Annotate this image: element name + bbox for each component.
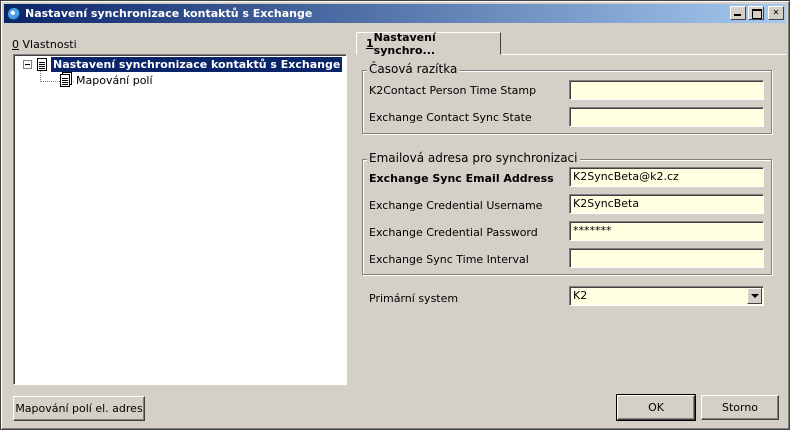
ok-button[interactable]: OK bbox=[616, 394, 696, 421]
credential-username-label: Exchange Credential Username bbox=[369, 199, 543, 212]
title-bar[interactable]: Nastavení synchronizace kontaktů s Excha… bbox=[4, 4, 786, 23]
timestamps-group-title: Časová razítka bbox=[367, 62, 460, 76]
k2contact-timestamp-label: K2Contact Person Time Stamp bbox=[369, 84, 537, 97]
exchange-sync-state-label: Exchange Contact Sync State bbox=[369, 111, 532, 124]
sync-email-field[interactable]: K2SyncBeta@k2.cz bbox=[569, 167, 764, 187]
primary-system-label: Primární system bbox=[369, 292, 459, 305]
tree-item-label: Mapování polí bbox=[76, 73, 153, 87]
document-icon bbox=[37, 57, 47, 71]
dialog-window: Nastavení synchronizace kontaktů s Excha… bbox=[0, 0, 790, 430]
tab-sync-settings[interactable]: 1 Nastavení synchro... bbox=[356, 30, 501, 57]
app-icon bbox=[7, 6, 21, 21]
properties-label-text: Vlastnosti bbox=[19, 38, 77, 51]
documents-icon bbox=[60, 73, 70, 87]
tab-label: Nastavení synchro... bbox=[373, 30, 436, 57]
chevron-down-icon[interactable] bbox=[747, 288, 762, 304]
tree-item-field-mapping[interactable]: Mapování polí bbox=[60, 72, 153, 88]
tree-item-label: Nastavení synchronizace kontaktů s Excha… bbox=[51, 56, 343, 72]
credential-username-field[interactable]: K2SyncBeta bbox=[569, 194, 764, 214]
window-title: Nastavení synchronizace kontaktů s Excha… bbox=[25, 7, 313, 20]
exchange-sync-state-field[interactable] bbox=[569, 107, 764, 127]
properties-tree[interactable]: Nastavení synchronizace kontaktů s Excha… bbox=[13, 54, 347, 385]
k2contact-timestamp-field[interactable] bbox=[569, 80, 764, 100]
email-group-title: Emailová adresa pro synchronizaci bbox=[367, 151, 580, 165]
primary-system-value: K2 bbox=[573, 289, 588, 302]
maximize-button[interactable] bbox=[748, 6, 764, 20]
properties-label-hotkey: 0 bbox=[12, 38, 19, 51]
tab-divider bbox=[501, 54, 786, 55]
window-controls: ✕ bbox=[730, 6, 784, 20]
collapse-icon[interactable] bbox=[23, 59, 32, 69]
sync-email-label: Exchange Sync Email Address bbox=[369, 172, 554, 185]
tab-hotkey: 1 bbox=[366, 37, 374, 50]
properties-label: 0 Vlastnosti bbox=[12, 38, 77, 51]
primary-system-select[interactable]: K2 bbox=[569, 286, 764, 306]
tree-item-sync-settings[interactable]: Nastavení synchronizace kontaktů s Excha… bbox=[23, 56, 343, 72]
sync-interval-label: Exchange Sync Time Interval bbox=[369, 253, 529, 266]
credential-password-field[interactable]: ******* bbox=[569, 221, 764, 241]
cancel-button[interactable]: Storno bbox=[701, 395, 779, 420]
sync-interval-field[interactable] bbox=[569, 248, 764, 268]
field-mapping-button[interactable]: Mapování polí el. adres bbox=[13, 396, 145, 421]
close-button[interactable]: ✕ bbox=[768, 6, 784, 20]
minimize-button[interactable] bbox=[730, 6, 746, 20]
credential-password-label: Exchange Credential Password bbox=[369, 226, 538, 239]
